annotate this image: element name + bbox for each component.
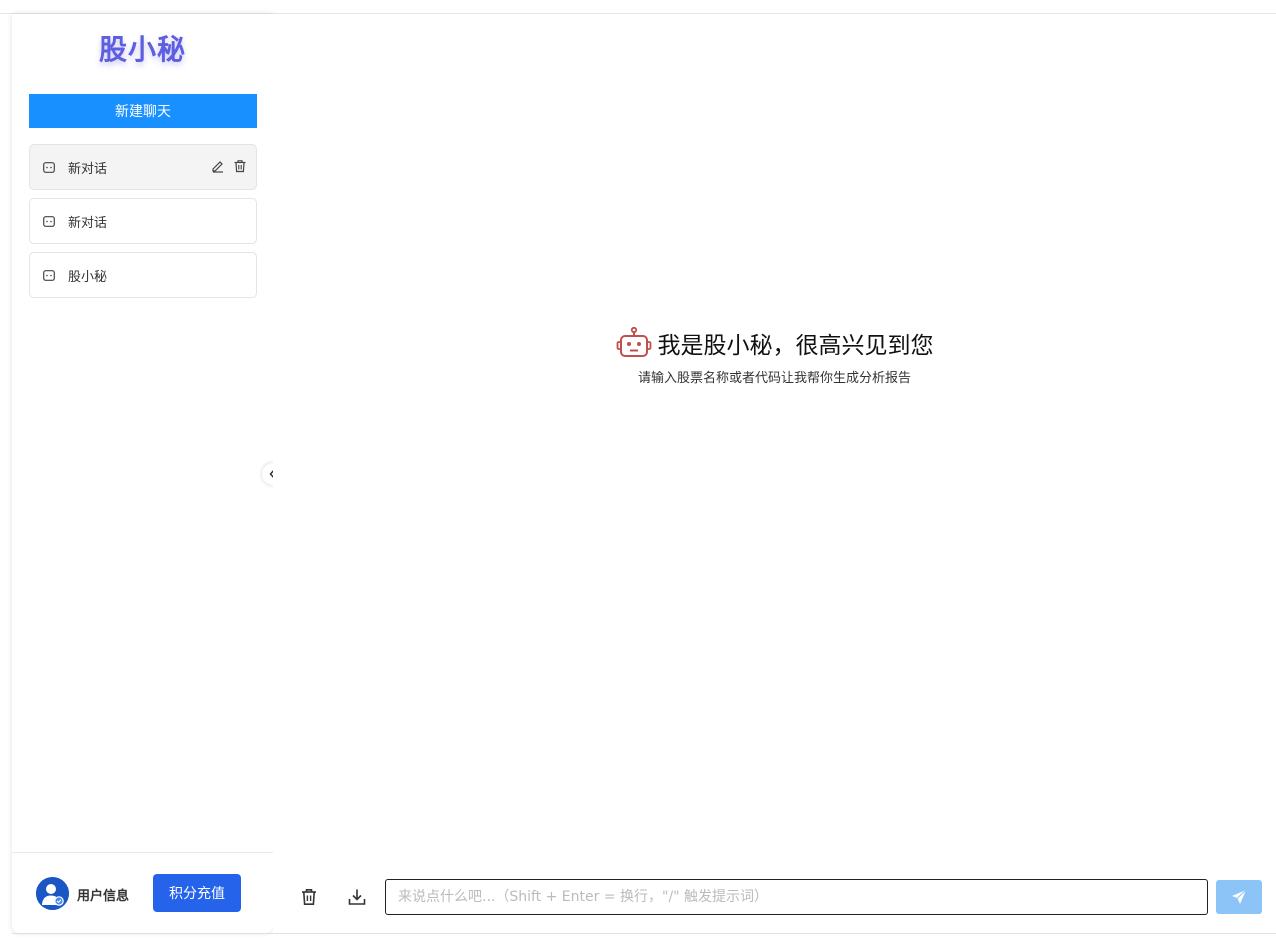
conversation-label: 新对话: [68, 161, 108, 177]
conversation-item[interactable]: 新对话: [29, 198, 257, 244]
conversation-list: 新对话 新对话 股小秘: [29, 144, 257, 306]
edit-icon[interactable]: [211, 159, 225, 173]
robot-icon: [616, 327, 652, 359]
new-chat-button[interactable]: 新建聊天: [29, 94, 257, 128]
chat-bubble-icon: [43, 161, 55, 173]
conversation-label: 新对话: [68, 215, 108, 231]
send-icon: [1231, 889, 1247, 905]
send-button[interactable]: [1216, 880, 1262, 914]
download-icon[interactable]: [347, 887, 367, 907]
chat-bubble-icon: [43, 215, 55, 227]
conversation-item[interactable]: 新对话: [29, 144, 257, 190]
sidebar-footer: 用户信息 积分充值: [12, 852, 273, 933]
recharge-button[interactable]: 积分充值: [153, 874, 241, 912]
bottom-divider: [12, 933, 1276, 934]
user-info-link[interactable]: 用户信息: [77, 885, 129, 904]
chat-main: 我是股小秘，很高兴见到您 请输入股票名称或者代码让我帮你生成分析报告: [273, 14, 1276, 933]
trash-icon[interactable]: [299, 887, 319, 907]
welcome-panel: 我是股小秘，很高兴见到您 请输入股票名称或者代码让我帮你生成分析报告: [273, 326, 1276, 386]
chat-bubble-icon: [43, 269, 55, 281]
avatar[interactable]: [36, 877, 69, 910]
chat-input[interactable]: [385, 879, 1208, 915]
sidebar: 股小秘 新建聊天 新对话 新对话 股小秘 用户信息 积分充值: [12, 14, 273, 933]
trash-icon[interactable]: [233, 159, 247, 173]
welcome-heading: 我是股小秘，很高兴见到您: [616, 326, 934, 360]
app-root: 股小秘 新建聊天 新对话 新对话 股小秘 用户信息 积分充值 我是股小秘，很高兴…: [0, 0, 1276, 943]
conversation-actions: [211, 159, 247, 173]
conversation-item[interactable]: 股小秘: [29, 252, 257, 298]
conversation-label: 股小秘: [68, 269, 108, 285]
app-logo: 股小秘: [98, 33, 186, 66]
welcome-subtitle: 请输入股票名称或者代码让我帮你生成分析报告: [637, 371, 911, 386]
welcome-title: 我是股小秘，很高兴见到您: [657, 333, 934, 359]
